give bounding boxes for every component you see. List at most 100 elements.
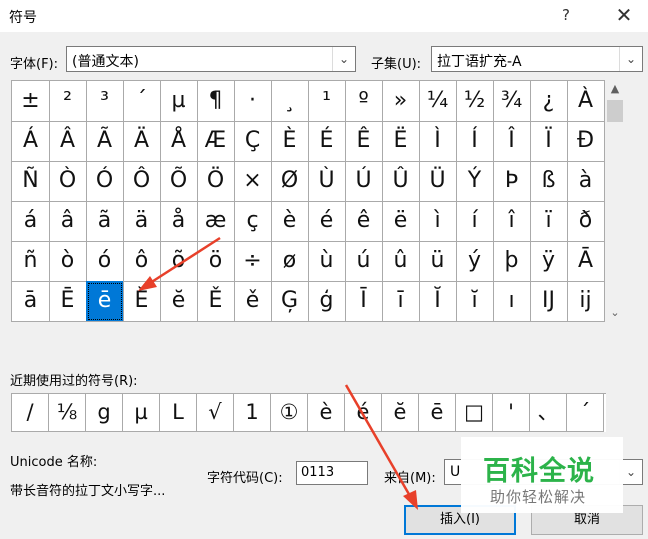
symbol-cell[interactable]: Ĳ [530,281,568,322]
symbol-cell[interactable]: ý [456,241,494,282]
chevron-down-icon[interactable]: ⌄ [619,47,642,71]
symbol-cell[interactable]: Õ [160,161,198,202]
symbol-cell[interactable]: Ç [234,121,272,162]
symbol-cell[interactable]: Ú [345,161,383,202]
symbol-cell[interactable]: ² [49,81,87,122]
symbol-cell[interactable]: É [308,121,346,162]
symbol-cell[interactable]: Ě [197,281,235,322]
symbol-cell[interactable]: ĭ [456,281,494,322]
symbol-cell[interactable]: Ã [86,121,124,162]
symbol-cell[interactable]: Ë [382,121,420,162]
symbol-cell[interactable]: Ñ [12,161,50,202]
symbol-cell[interactable]: å [160,201,198,242]
symbol-cell[interactable]: Ĕ [123,281,161,322]
symbol-cell[interactable]: Ê [345,121,383,162]
symbol-cell[interactable]: Ā [567,241,605,282]
symbol-cell[interactable]: Î [493,121,531,162]
symbol-cell[interactable]: Ò [49,161,87,202]
symbol-cell[interactable]: Û [382,161,420,202]
recent-symbol-cell[interactable]: µ [123,394,160,432]
recent-symbol-cell[interactable]: L [160,394,197,432]
symbol-cell[interactable]: ã [86,201,124,242]
symbol-cell[interactable]: í [456,201,494,242]
symbol-cell[interactable]: ê [345,201,383,242]
symbol-cell[interactable]: À [567,81,605,122]
symbol-cell[interactable]: Ä [123,121,161,162]
symbol-cell[interactable]: ě [234,281,272,322]
symbol-cell[interactable]: ¸ [271,81,309,122]
symbol-cell[interactable]: ø [271,241,309,282]
symbol-cell[interactable]: ģ [308,281,346,322]
symbol-cell[interactable]: Ì [419,121,457,162]
symbol-cell[interactable]: û [382,241,420,282]
symbol-cell[interactable]: µ [160,81,198,122]
symbol-cell[interactable]: ¿ [530,81,568,122]
symbol-cell[interactable]: · [234,81,272,122]
symbol-cell[interactable]: à [567,161,605,202]
scroll-thumb[interactable] [607,100,623,122]
symbol-cell[interactable]: Í [456,121,494,162]
recent-symbol-cell[interactable]: ĕ [382,394,419,432]
symbol-cell[interactable]: ā [12,281,50,322]
symbol-cell[interactable]: ü [419,241,457,282]
symbol-cell[interactable]: ð [567,201,605,242]
symbol-cell[interactable]: ¾ [493,81,531,122]
symbol-cell[interactable]: Ô [123,161,161,202]
scroll-up-icon[interactable]: ▲ [605,80,625,98]
symbol-cell[interactable]: × [234,161,272,202]
symbol-cell[interactable]: æ [197,201,235,242]
symbol-cell[interactable]: þ [493,241,531,282]
symbol-cell[interactable]: ĳ [567,281,605,322]
symbol-cell[interactable]: Ð [567,121,605,162]
symbol-cell[interactable]: ÿ [530,241,568,282]
symbol-cell[interactable]: Â [49,121,87,162]
symbol-cell[interactable]: ¹ [308,81,346,122]
symbol-cell[interactable]: ç [234,201,272,242]
symbol-cell[interactable]: ĕ [160,281,198,322]
symbol-cell[interactable]: ÷ [234,241,272,282]
symbol-cell[interactable]: õ [160,241,198,282]
help-icon[interactable]: ? [556,4,576,26]
symbol-cell[interactable]: ñ [12,241,50,282]
scroll-down-icon[interactable]: ⌄ [605,304,625,322]
symbol-cell[interactable]: ô [123,241,161,282]
symbol-cell[interactable]: Ø [271,161,309,202]
symbol-cell[interactable]: º [345,81,383,122]
symbol-cell[interactable]: Á [12,121,50,162]
symbol-cell[interactable]: ä [123,201,161,242]
recent-symbol-cell[interactable]: 1 [234,394,271,432]
symbol-cell[interactable]: Ï [530,121,568,162]
symbol-cell[interactable]: » [382,81,420,122]
symbol-cell[interactable]: ù [308,241,346,282]
symbol-cell[interactable]: ē [86,281,124,322]
symbol-cell[interactable]: è [271,201,309,242]
symbol-cell[interactable]: È [271,121,309,162]
symbol-cell[interactable]: ½ [456,81,494,122]
recent-symbol-cell[interactable]: é [345,394,382,432]
symbol-cell[interactable]: é [308,201,346,242]
symbol-cell[interactable]: Ó [86,161,124,202]
recent-symbol-cell[interactable]: □ [456,394,493,432]
font-select[interactable]: (普通文本) ⌄ [66,46,356,72]
symbol-cell[interactable]: ö [197,241,235,282]
close-icon[interactable]: ✕ [612,4,636,26]
symbol-cell[interactable]: Þ [493,161,531,202]
recent-symbol-cell[interactable]: / [12,394,49,432]
symbol-cell[interactable]: â [49,201,87,242]
symbol-cell[interactable]: î [493,201,531,242]
symbol-cell[interactable]: Å [160,121,198,162]
symbol-cell[interactable]: ī [382,281,420,322]
recent-symbol-cell[interactable]: 、 [530,394,567,432]
symbol-cell[interactable]: ı [493,281,531,322]
symbol-cell[interactable]: ï [530,201,568,242]
recent-symbol-cell[interactable]: ① [271,394,308,432]
symbol-cell[interactable]: ´ [123,81,161,122]
chevron-down-icon[interactable]: ⌄ [332,47,355,71]
symbol-cell[interactable]: ³ [86,81,124,122]
symbol-cell[interactable]: Ù [308,161,346,202]
symbol-cell[interactable]: ë [382,201,420,242]
subset-select[interactable]: 拉丁语扩充-A ⌄ [431,46,643,72]
symbol-cell[interactable]: Ü [419,161,457,202]
symbol-cell[interactable]: ó [86,241,124,282]
char-code-input[interactable]: 0113 [296,461,368,485]
